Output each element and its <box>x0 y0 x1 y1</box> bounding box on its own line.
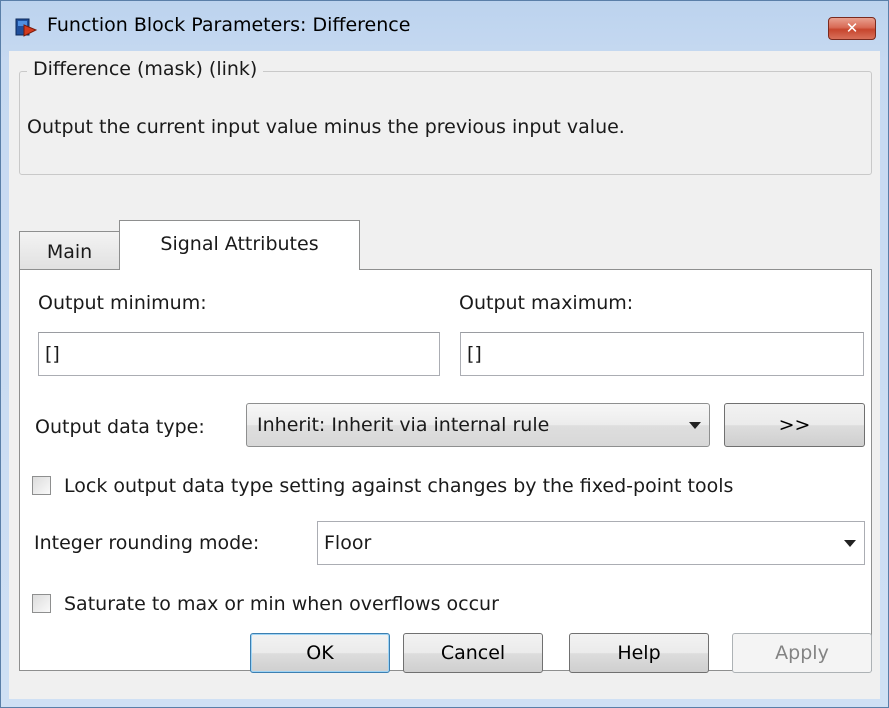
data-type-assistant-label: >> <box>778 414 811 436</box>
saturate-checkbox[interactable] <box>32 594 51 613</box>
group-title: Difference (mask) (link) <box>27 58 264 80</box>
tab-main-label: Main <box>46 241 93 263</box>
integer-rounding-mode-select[interactable]: Floor <box>317 521 865 565</box>
apply-button[interactable]: Apply <box>732 633 872 673</box>
output-data-type-label: Output data type: <box>35 416 205 438</box>
chevron-down-icon <box>844 540 856 547</box>
ok-button[interactable]: OK <box>250 633 390 673</box>
output-maximum-input[interactable]: [] <box>460 332 864 376</box>
window-title: Function Block Parameters: Difference <box>47 14 411 36</box>
help-button[interactable]: Help <box>569 633 709 673</box>
integer-rounding-mode-value: Floor <box>324 532 372 554</box>
title-bar[interactable]: Function Block Parameters: Difference ✕ <box>1 1 888 51</box>
cancel-button-label: Cancel <box>440 642 506 664</box>
apply-button-label: Apply <box>775 642 829 664</box>
ok-button-label: OK <box>306 642 334 664</box>
saturate-label: Saturate to max or min when overflows oc… <box>64 593 499 615</box>
simulink-block-icon <box>15 18 37 37</box>
integer-rounding-mode-label: Integer rounding mode: <box>34 532 260 554</box>
output-maximum-label: Output maximum: <box>459 292 634 314</box>
lock-data-type-label: Lock output data type setting against ch… <box>64 475 734 497</box>
tab-signal-attributes[interactable]: Signal Attributes <box>119 220 360 270</box>
signal-attributes-panel: Output minimum: Output maximum: [] [] Ou… <box>19 269 872 671</box>
output-minimum-label: Output minimum: <box>38 292 207 314</box>
tab-signal-attributes-label: Signal Attributes <box>160 233 319 255</box>
help-button-label: Help <box>617 642 661 664</box>
cancel-button[interactable]: Cancel <box>403 633 543 673</box>
dialog-window: Function Block Parameters: Difference ✕ … <box>0 0 889 708</box>
output-data-type-select[interactable]: Inherit: Inherit via internal rule <box>246 403 710 447</box>
block-description: Output the current input value minus the… <box>27 116 625 138</box>
lock-data-type-checkbox[interactable] <box>32 476 51 495</box>
output-maximum-value: [] <box>467 343 482 365</box>
output-data-type-value: Inherit: Inherit via internal rule <box>257 414 550 436</box>
close-icon: ✕ <box>845 19 859 37</box>
output-minimum-input[interactable]: [] <box>38 332 440 376</box>
close-button[interactable]: ✕ <box>828 17 876 40</box>
chevron-down-icon <box>689 422 701 429</box>
tab-main[interactable]: Main <box>19 231 120 269</box>
dialog-client-area: Difference (mask) (link) Output the curr… <box>9 51 880 699</box>
data-type-assistant-button[interactable]: >> <box>724 403 865 447</box>
output-minimum-value: [] <box>45 343 60 365</box>
